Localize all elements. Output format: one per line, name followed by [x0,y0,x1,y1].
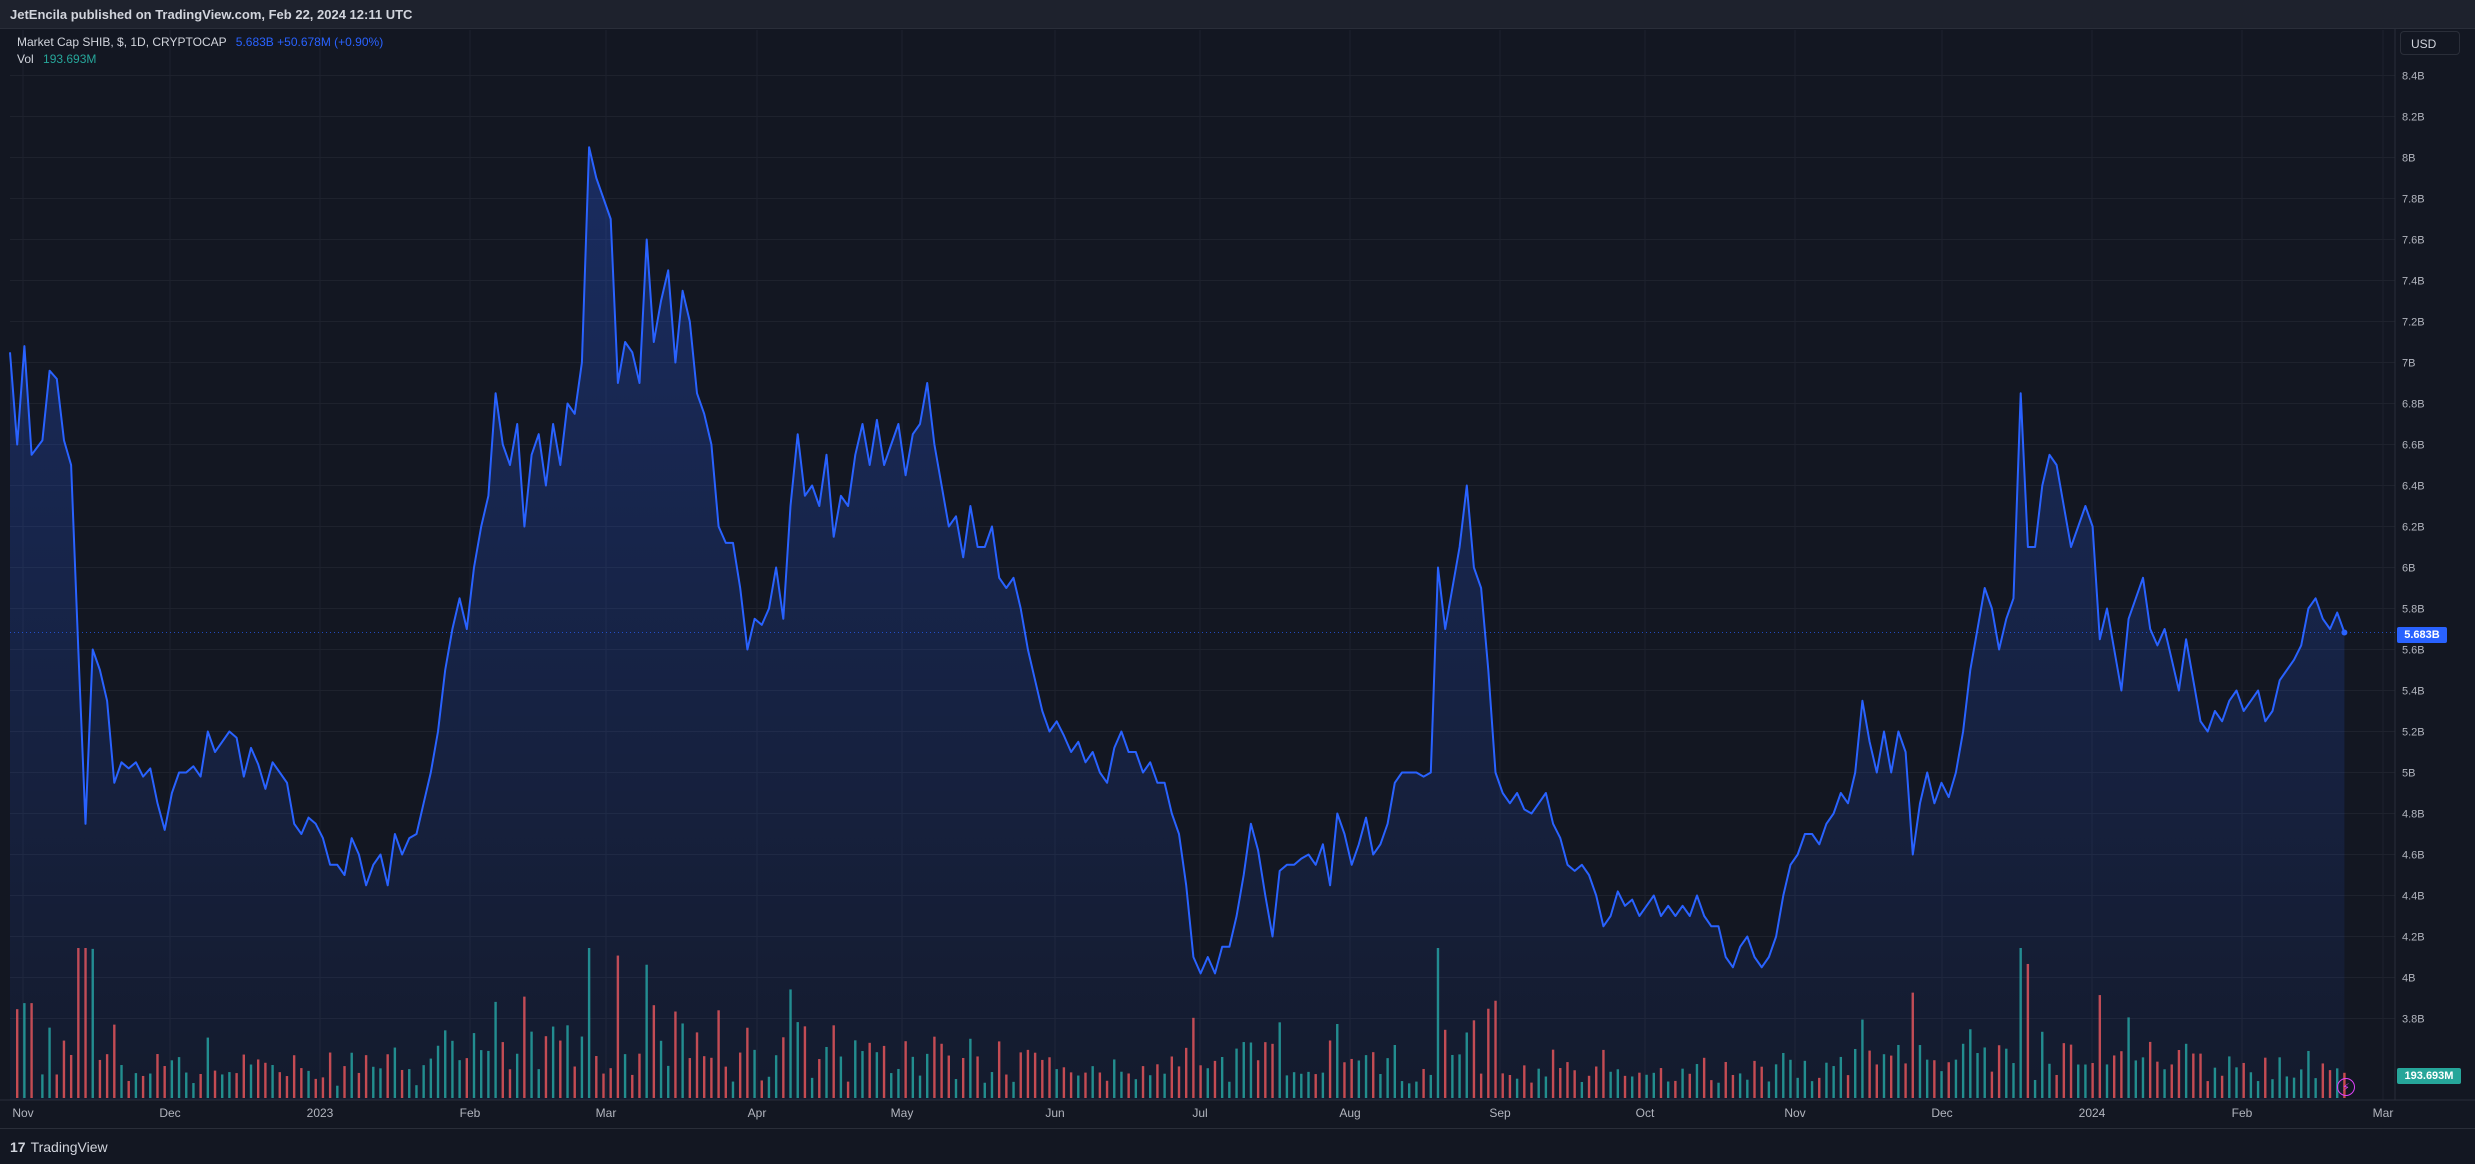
legend-value: 5.683B +50.678M (+0.90%) [235,35,384,49]
y-tick-label: 5.8B [2402,604,2425,616]
footer-bar: 17 TradingView [0,1128,2475,1164]
lightning-icon[interactable]: ⚡ [2337,1078,2355,1096]
y-tick-label: 7.4B [2402,276,2425,288]
y-tick-label: 4.8B [2402,809,2425,821]
x-tick-label: Nov [1784,1106,1805,1120]
x-tick-label: Feb [460,1106,481,1120]
tradingview-logo-icon: 17 [10,1139,26,1155]
x-tick-label: Aug [1339,1106,1360,1120]
x-tick-label: Oct [1636,1106,1655,1120]
y-tick-label: 4B [2402,973,2415,985]
x-tick-label: Nov [12,1106,33,1120]
x-tick-label: May [891,1106,914,1120]
y-tick-label: 7.6B [2402,235,2425,247]
y-tick-label: 6.2B [2402,522,2425,534]
y-tick-label: 6.8B [2402,399,2425,411]
legend-symbol: Market Cap SHIB, $, 1D, CRYPTOCAP [17,35,227,49]
x-tick-label: 2024 [2079,1106,2106,1120]
y-tick-label: 8.4B [2402,71,2425,83]
y-tick-label: 5.6B [2402,645,2425,657]
x-tick-label: Jul [1192,1106,1207,1120]
last-price-dot [2341,629,2348,636]
y-tick-label: 7.8B [2402,194,2425,206]
x-tick-label: Dec [1931,1106,1952,1120]
y-tick-label: 6.4B [2402,481,2425,493]
x-tick-label: Jun [1045,1106,1064,1120]
tradingview-logo[interactable]: 17 TradingView [10,1139,108,1155]
x-tick-label: Mar [596,1106,617,1120]
x-tick-label: Sep [1489,1106,1511,1120]
y-tick-label: 6B [2402,563,2415,575]
x-tick-label: Feb [2232,1106,2253,1120]
y-tick-label: 6.6B [2402,440,2425,452]
y-tick-label: 8.2B [2402,112,2425,124]
y-tick-label: 3.8B [2402,1014,2425,1026]
y-tick-label: 4.2B [2402,932,2425,944]
y-tick-label: 5B [2402,768,2415,780]
y-tick-label: 5.4B [2402,686,2425,698]
y-tick-label: 4.4B [2402,891,2425,903]
y-tick-label: 5.2B [2402,727,2425,739]
last-price-tag: 5.683B [2397,627,2447,643]
y-tick-label: 7.2B [2402,317,2425,329]
x-tick-label: Mar [2373,1106,2394,1120]
y-tick-label: 8B [2402,153,2415,165]
x-tick-label: Apr [748,1106,767,1120]
y-tick-label: 7B [2402,358,2415,370]
price-chart[interactable]: 3.8B 4B 4.2B 4.4B 4.6B 4.8B 5B 5.2B 5.4B 5.6B 5.8B… [0,0,2475,1128]
legend-vol-value: 193.693M [43,52,97,66]
last-volume-tag: 193.693M [2397,1068,2461,1084]
currency-button[interactable]: USD [2400,31,2460,55]
legend-vol-label: Vol [17,52,34,66]
tradingview-logo-text: TradingView [30,1139,108,1155]
y-tick-label: 4.6B [2402,850,2425,862]
chart-legend: Market Cap SHIB, $, 1D, CRYPTOCAP 5.683B… [17,34,383,68]
x-tick-label: 2023 [307,1106,334,1120]
x-tick-label: Dec [159,1106,180,1120]
